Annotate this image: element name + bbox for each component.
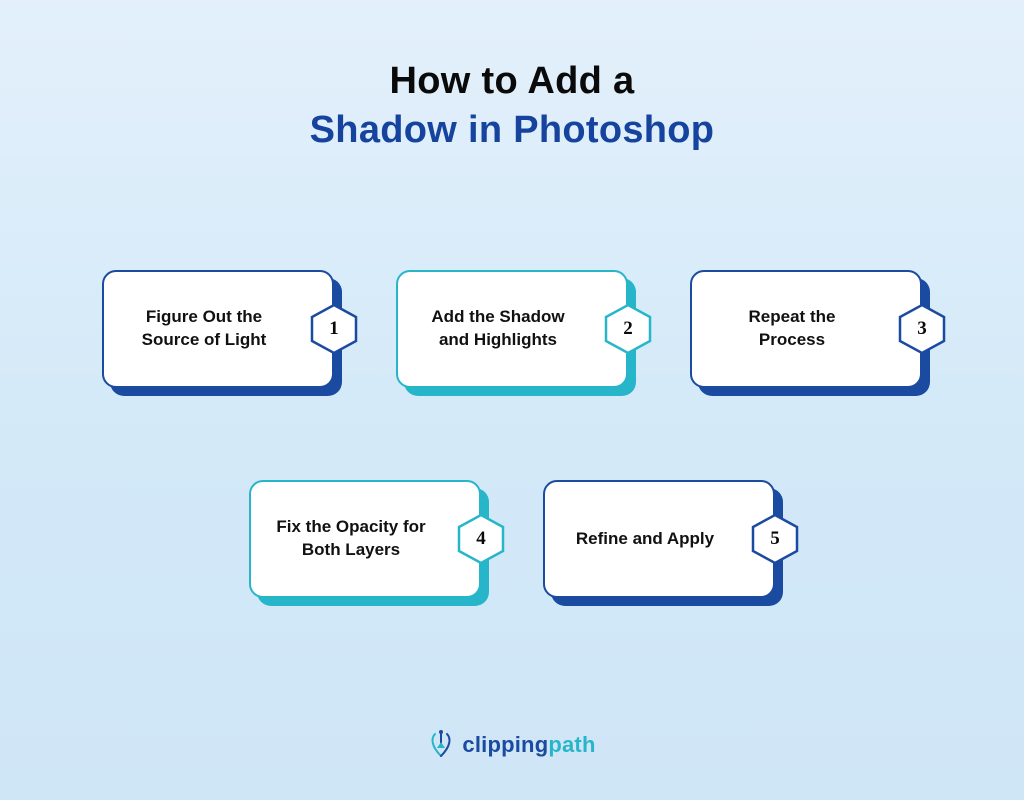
steps-row-2: Fix the Opacity for Both Layers 4 Refine…	[0, 480, 1024, 598]
step-card: Refine and Apply 5	[543, 480, 775, 598]
brand-wordmark: clippingpath	[462, 732, 595, 758]
step-number: 4	[455, 513, 507, 565]
step-number-badge: 4	[455, 513, 507, 565]
step-number-badge: 1	[308, 303, 360, 355]
step-card: Add the Shadow and Highlights 2	[396, 270, 628, 388]
card-face: Refine and Apply	[543, 480, 775, 598]
title-line-1: How to Add a	[0, 60, 1024, 103]
step-card: Fix the Opacity for Both Layers 4	[249, 480, 481, 598]
step-card: Figure Out the Source of Light 1	[102, 270, 334, 388]
step-card: Repeat the Process 3	[690, 270, 922, 388]
step-label: Figure Out the Source of Light	[128, 306, 280, 352]
title-line-2: Shadow in Photoshop	[0, 109, 1024, 152]
brand-part-1: clipping	[462, 732, 548, 757]
card-face: Figure Out the Source of Light	[102, 270, 334, 388]
page-title: How to Add a Shadow in Photoshop	[0, 0, 1024, 152]
step-label: Repeat the Process	[716, 306, 868, 352]
step-number-badge: 5	[749, 513, 801, 565]
step-number: 3	[896, 303, 948, 355]
step-number: 2	[602, 303, 654, 355]
step-number: 1	[308, 303, 360, 355]
step-label: Fix the Opacity for Both Layers	[275, 516, 427, 562]
steps-row-1: Figure Out the Source of Light 1 Add the…	[0, 270, 1024, 388]
step-number-badge: 3	[896, 303, 948, 355]
step-label: Add the Shadow and Highlights	[422, 306, 574, 352]
step-number-badge: 2	[602, 303, 654, 355]
step-number: 5	[749, 513, 801, 565]
step-label: Refine and Apply	[569, 528, 721, 551]
card-face: Fix the Opacity for Both Layers	[249, 480, 481, 598]
brand-logo-icon	[428, 730, 454, 760]
brand-part-2: path	[548, 732, 595, 757]
card-face: Repeat the Process	[690, 270, 922, 388]
card-face: Add the Shadow and Highlights	[396, 270, 628, 388]
brand-footer: clippingpath	[0, 730, 1024, 760]
